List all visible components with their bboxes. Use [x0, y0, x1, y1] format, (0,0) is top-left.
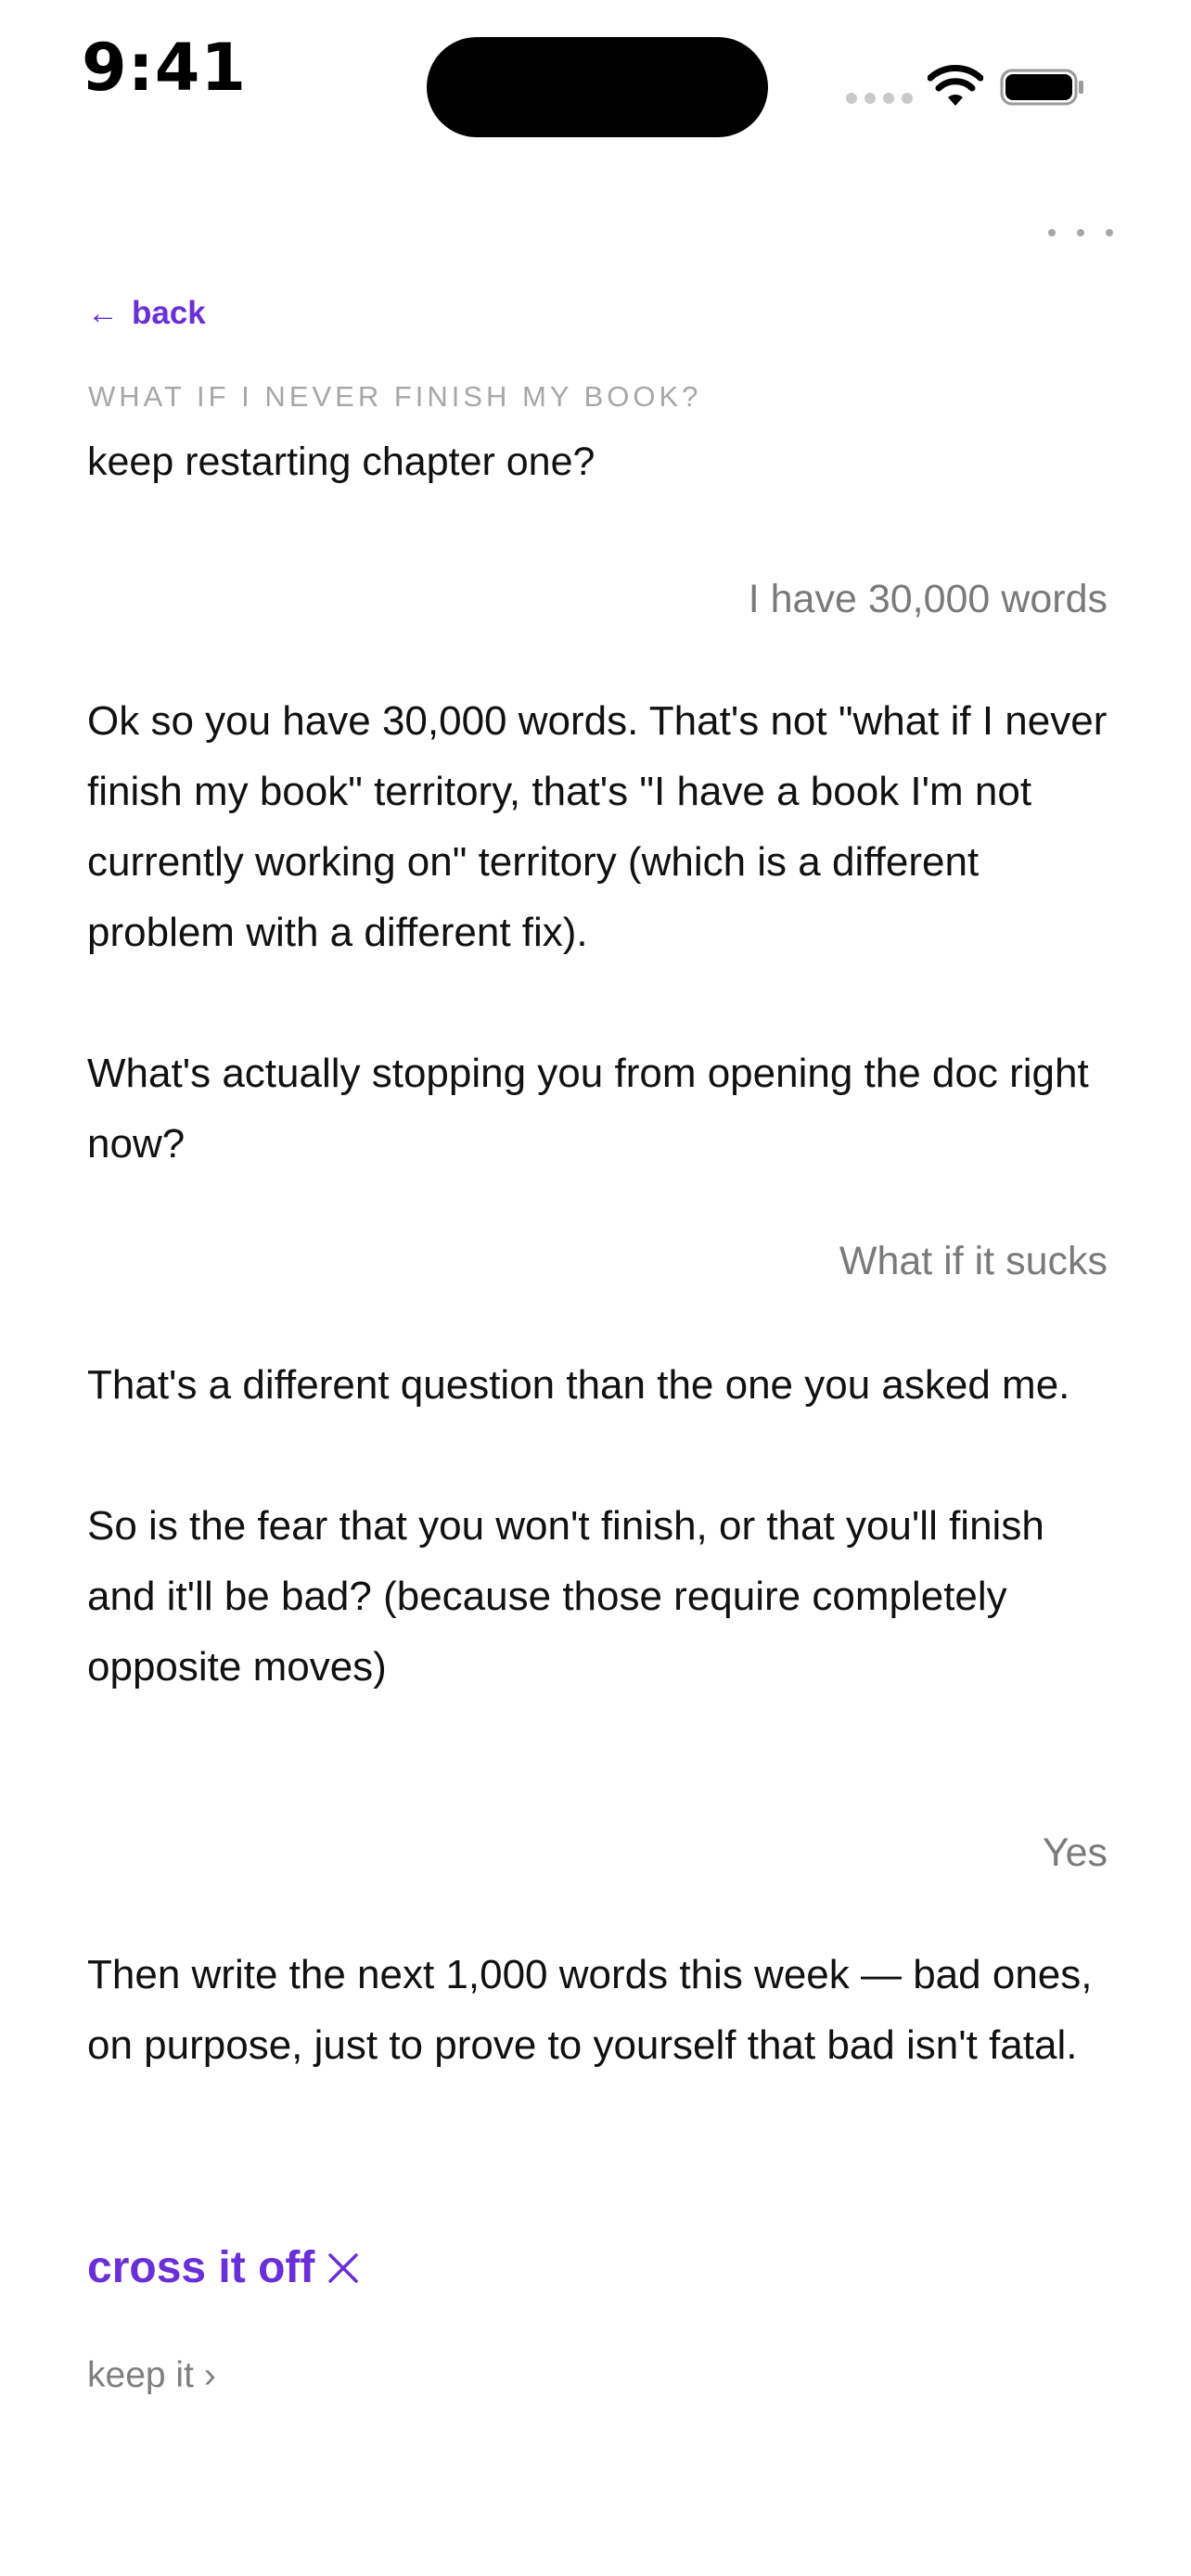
dynamic-island — [427, 37, 768, 137]
clipped-message-line: keep restarting chapter one? — [87, 445, 596, 484]
message-paragraph: Then write the next 1,000 words this wee… — [87, 1952, 1093, 2068]
thread-title: WHAT IF I NEVER FINISH MY BOOK? — [88, 380, 702, 413]
user-message: I have 30,000 words — [748, 577, 1108, 621]
keep-it-button[interactable]: keep it › — [87, 2355, 216, 2396]
status-bar: 9:41 — [0, 0, 1191, 139]
status-time: 9:41 — [82, 30, 248, 106]
message-paragraph: So is the fear that you won't finish, or… — [87, 1503, 1044, 1690]
message-paragraph: That's a different question than the one… — [87, 1362, 1070, 1408]
back-label: back — [132, 295, 206, 331]
user-message: Yes — [1042, 1830, 1108, 1875]
close-icon — [328, 2252, 359, 2283]
arrow-left-icon: ← — [87, 295, 119, 331]
assistant-message: Then write the next 1,000 words this wee… — [87, 1940, 1117, 2081]
back-button[interactable]: ← back — [87, 295, 206, 332]
conversation-scroll[interactable]: keep restarting chapter one? I have 30,0… — [0, 445, 1191, 2448]
cross-it-off-button[interactable]: cross it off — [87, 2242, 361, 2293]
cellular-signal-icon — [846, 93, 913, 104]
more-options-button[interactable] — [1048, 219, 1113, 247]
user-message: What if it sucks — [839, 1239, 1108, 1283]
battery-icon — [1000, 69, 1083, 106]
message-paragraph: What's actually stopping you from openin… — [87, 1051, 1089, 1167]
more-horizontal-icon — [1048, 229, 1056, 236]
assistant-message: That's a different question than the one… — [87, 1350, 1117, 1702]
wifi-icon — [928, 65, 983, 106]
cross-it-off-label: cross it off — [87, 2243, 315, 2292]
assistant-message: Ok so you have 30,000 words. That's not … — [87, 686, 1117, 1180]
message-paragraph: Ok so you have 30,000 words. That's not … — [87, 698, 1108, 955]
